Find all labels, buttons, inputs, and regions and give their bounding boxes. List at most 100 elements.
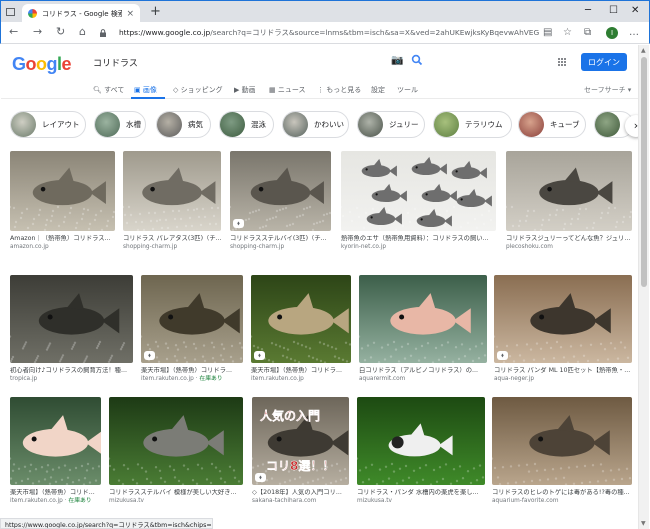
collections-icon[interactable]: ⧉ xyxy=(584,26,591,40)
chip-3[interactable]: 病気 xyxy=(156,111,211,138)
image-result-caption[interactable]: コリドラスのヒレのトゲには毒がある!?毒の種... xyxy=(492,489,632,497)
image-result-thumbnail[interactable] xyxy=(109,397,243,485)
image-result-card[interactable]: 初心者向け♪コリドラスの飼育方法！種... tropica.jp xyxy=(10,275,133,383)
tab-settings[interactable]: 設定 xyxy=(371,85,385,95)
scrollbar-thumb[interactable] xyxy=(641,57,647,287)
tab-videos[interactable]: ▶ 動画 xyxy=(234,85,256,95)
browser-tab[interactable]: コリドラス - Google 検索 × xyxy=(22,4,140,23)
image-result-caption[interactable]: 白コリドラス（アルビノコリドラス）の... xyxy=(359,367,487,375)
image-result-card[interactable]: コリドラスステルバイ 模様が美しい大好き... mizukusa.tv xyxy=(109,397,243,505)
chip-7[interactable]: テラリウム xyxy=(433,111,512,138)
image-result-card[interactable]: ⬧ 楽天市場】（熱帯魚）コリドラ... item.rakuten.co.jp xyxy=(251,275,351,383)
scroll-up-icon[interactable]: ▲ xyxy=(641,47,646,54)
search-icon[interactable] xyxy=(411,54,423,66)
image-result-source: tropica.jp xyxy=(10,375,133,383)
image-result-thumbnail[interactable]: 人気の入門 コリ8選！！ ⬧ xyxy=(252,397,349,485)
favorite-star-icon[interactable]: ☆ xyxy=(563,26,572,40)
chip-4[interactable]: 混泳 xyxy=(219,111,274,138)
apps-grid-icon[interactable] xyxy=(558,58,567,67)
image-result-thumbnail[interactable] xyxy=(10,275,133,363)
chip-label: ジュリー xyxy=(389,120,419,129)
image-result-thumbnail[interactable] xyxy=(10,397,101,485)
image-result-thumbnail[interactable] xyxy=(357,397,485,485)
image-result-thumbnail[interactable]: ⬧ xyxy=(494,275,632,363)
tab-news[interactable]: ▦ ニュース xyxy=(269,85,306,95)
camera-icon[interactable]: 📷 xyxy=(391,55,403,66)
tab-all[interactable]: 🔍︎ すべて xyxy=(93,85,124,95)
chip-2[interactable]: 水槽 xyxy=(94,111,146,138)
new-tab-button[interactable]: + xyxy=(150,5,161,19)
reader-icon[interactable]: ▤ xyxy=(543,26,552,40)
tab-images[interactable]: ▣ 画像 xyxy=(134,85,157,95)
source-domain: aquarium-favorite.com xyxy=(492,498,559,504)
tab-close-icon[interactable]: × xyxy=(126,9,134,19)
image-result-thumbnail[interactable] xyxy=(10,151,115,231)
chip-1[interactable]: レイアウト xyxy=(10,111,86,138)
chip-thumbnail xyxy=(283,112,308,137)
image-result-card[interactable]: 熱帯魚のエサ（熱帯魚用資料）：コリドラスの飼い... kyorin-net.co.… xyxy=(341,151,496,251)
image-result-caption[interactable]: Amazon｜（熱帯魚）コリドラス... xyxy=(10,235,115,243)
chip-8[interactable]: キューブ xyxy=(518,111,586,138)
source-domain: shopping-charm.jp xyxy=(123,244,178,250)
forward-icon[interactable]: → xyxy=(33,25,42,39)
back-icon[interactable]: ← xyxy=(9,25,18,39)
image-result-caption[interactable]: 初心者向け♪コリドラスの飼育方法！種... xyxy=(10,367,133,375)
login-button[interactable]: ログイン xyxy=(581,53,627,71)
image-result-thumbnail[interactable] xyxy=(359,275,487,363)
image-result-caption[interactable]: コリドラスステルバイ 模様が美しい大好き... xyxy=(109,489,243,497)
image-result-card[interactable]: コリドラス パレアタス(3匹)（チ... shopping-charm.jp xyxy=(123,151,221,251)
close-window-icon[interactable]: ✕ xyxy=(631,4,639,18)
corydoras-photo xyxy=(251,275,351,363)
image-result-thumbnail[interactable] xyxy=(506,151,632,231)
home-icon[interactable]: ⌂ xyxy=(79,25,86,39)
image-result-thumbnail[interactable] xyxy=(492,397,632,485)
image-result-card[interactable]: コリドラス・パンダ 水槽内の楽虎を楽し... mizukusa.tv xyxy=(357,397,485,505)
chip-thumbnail xyxy=(595,112,620,137)
google-logo[interactable]: Google xyxy=(12,54,72,75)
address-bar[interactable]: https://www.google.co.jp/search?q=コリドラス&… xyxy=(119,27,539,38)
image-result-caption[interactable]: ◇【2018年】人気の入門コリ... xyxy=(252,489,349,497)
scroll-down-icon[interactable]: ▼ xyxy=(641,520,646,527)
profile-avatar[interactable]: I xyxy=(606,27,618,39)
minimize-icon[interactable]: ─ xyxy=(585,4,591,18)
image-result-thumbnail[interactable]: ⬧ xyxy=(251,275,351,363)
lock-icon[interactable] xyxy=(99,29,107,37)
image-result-card[interactable]: ⬧ コリドラス パンダ ML 10匹セット【熱帯魚・... aqua-neger.j… xyxy=(494,275,632,383)
image-result-card[interactable]: ⬧ コリドラスステルバイ(3匹)（チ... shopping-charm.jp xyxy=(230,151,331,251)
image-result-source: kyorin-net.co.jp xyxy=(341,243,496,251)
image-result-card[interactable]: 人気の入門 コリ8選！！ ⬧ ◇【2018年】人気の入門コリ... sakana-tac… xyxy=(252,397,349,505)
image-result-thumbnail[interactable] xyxy=(341,151,496,231)
image-result-caption[interactable]: 楽天市場】（熱帯魚）コリドラ... xyxy=(141,367,243,375)
image-result-card[interactable]: 白コリドラス（アルビノコリドラス）の... aquarermit.com xyxy=(359,275,487,383)
image-result-caption[interactable]: コリドラス パンダ ML 10匹セット【熱帯魚・... xyxy=(494,367,632,375)
url-path: /search?q=コリドラス&source=lnms&tbm=isch&sa=… xyxy=(210,28,539,37)
maximize-icon[interactable]: ☐ xyxy=(609,4,618,18)
tab-title: コリドラス - Google 検索 xyxy=(42,9,123,18)
image-result-card[interactable]: ⬧ 楽天市場】（熱帯魚）コリドラ... item.rakuten.co.jp · 在… xyxy=(141,275,243,383)
image-result-caption[interactable]: コリドラス・パンダ 水槽内の楽虎を楽し... xyxy=(357,489,485,497)
safe-search-toggle[interactable]: セーフサーチ ▾ xyxy=(584,85,631,95)
search-input[interactable]: コリドラス xyxy=(93,56,138,69)
image-result-caption[interactable]: 楽天市場】（熱帯魚）コリド... xyxy=(10,489,101,497)
window-menu-icon[interactable] xyxy=(6,8,15,16)
image-result-card[interactable]: Amazon｜（熱帯魚）コリドラス... amazon.co.jp xyxy=(10,151,115,251)
image-result-thumbnail[interactable] xyxy=(123,151,221,231)
tab-shopping[interactable]: ◇ ショッピング xyxy=(173,85,223,95)
image-result-caption[interactable]: コリドラスステルバイ(3匹)（チ... xyxy=(230,235,331,243)
tab-more[interactable]: ⋮ もっと見る xyxy=(317,85,361,95)
image-result-card[interactable]: 楽天市場】（熱帯魚）コリド... item.rakuten.co.jp · 在庫あ… xyxy=(10,397,101,505)
image-result-thumbnail[interactable]: ⬧ xyxy=(141,275,243,363)
chip-5[interactable]: かわいい xyxy=(282,111,349,138)
page-scrollbar[interactable]: ▲ ▼ xyxy=(638,45,649,529)
chip-6[interactable]: ジュリー xyxy=(357,111,425,138)
image-result-thumbnail[interactable]: ⬧ xyxy=(230,151,331,231)
image-result-caption[interactable]: 熱帯魚のエサ（熱帯魚用資料）：コリドラスの飼い... xyxy=(341,235,496,243)
browser-menu-icon[interactable]: … xyxy=(629,26,639,40)
image-result-caption[interactable]: 楽天市場】（熱帯魚）コリドラ... xyxy=(251,367,351,375)
image-result-caption[interactable]: コリドラス パレアタス(3匹)（チ... xyxy=(123,235,221,243)
image-result-card[interactable]: コリドラスジュリーってどんな魚？ジュリ... plecoshoku.com xyxy=(506,151,632,251)
image-result-card[interactable]: コリドラスのヒレのトゲには毒がある!?毒の種... aquarium-favori… xyxy=(492,397,632,505)
reload-icon[interactable]: ↻ xyxy=(56,25,65,39)
tab-tools[interactable]: ツール xyxy=(397,85,418,95)
image-result-caption[interactable]: コリドラスジュリーってどんな魚？ジュリ... xyxy=(506,235,632,243)
